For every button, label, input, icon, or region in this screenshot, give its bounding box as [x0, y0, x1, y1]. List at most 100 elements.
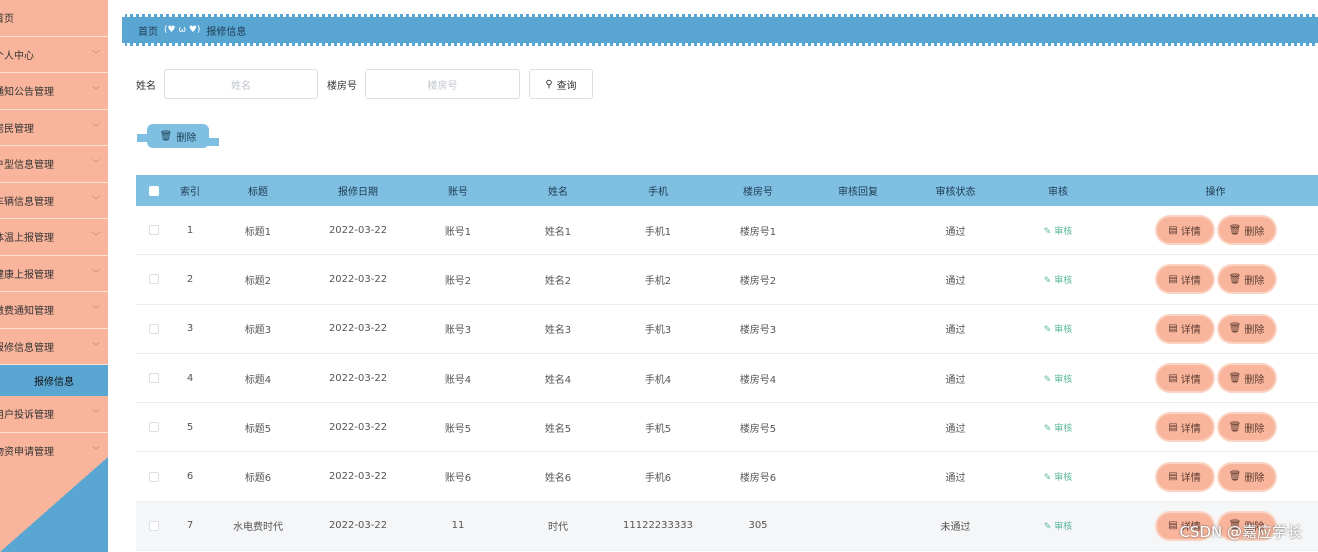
row-checkbox[interactable] — [136, 471, 172, 482]
sidebar-item[interactable]: 通知公告管理 ﹀ — [0, 73, 108, 110]
query-button[interactable]: ⚲ 查询 — [529, 69, 593, 99]
audit-link[interactable]: ✎ 审核 — [1003, 322, 1113, 335]
delete-button[interactable]: 🗑 删除 — [1218, 315, 1275, 342]
sidebar-item-label: 个人中心 — [0, 50, 34, 62]
sidebar-item-repair-info[interactable]: 报修信息 — [0, 365, 108, 396]
edit-icon: ✎ — [1043, 473, 1055, 484]
cell-date: 2022-03-22 — [328, 421, 388, 433]
chevron-down-icon: ﹀ — [92, 341, 100, 351]
detail-button[interactable]: ▤ 详情 — [1156, 365, 1213, 392]
cell-phone: 手机3 — [644, 325, 672, 337]
sidebar-item[interactable]: 户型信息管理 ﹀ — [0, 146, 108, 183]
delete-button[interactable]: 🗑 删除 — [1218, 217, 1275, 244]
audit-link[interactable]: ✎ 审核 — [1003, 372, 1113, 385]
sidebar-item-label: 缴费通知管理 — [0, 306, 54, 318]
delete-button[interactable]: 🗑 删除 — [1218, 365, 1275, 392]
chevron-down-icon: ﹀ — [92, 232, 100, 242]
audit-link[interactable]: ✎ 审核 — [1003, 470, 1113, 483]
audit-link[interactable]: ✎ 审核 — [1003, 519, 1113, 532]
row-checkbox[interactable] — [136, 225, 172, 236]
trash-icon: 🗑 — [1228, 224, 1242, 236]
cell-account: 账号5 — [444, 423, 472, 435]
sidebar-item-label: 用户投诉管理 — [0, 410, 54, 422]
sidebar-item[interactable]: 体温上报管理 ﹀ — [0, 219, 108, 256]
row-actions: ▤ 详情 🗑 删除 — [1113, 315, 1318, 342]
cell-account: 账号4 — [444, 374, 472, 386]
name-input[interactable]: 姓名 — [164, 69, 318, 99]
sidebar-item-label: 体温上报管理 — [0, 233, 54, 245]
cell-status: 通过 — [945, 423, 966, 435]
cell-title: 标题6 — [244, 473, 272, 485]
table-row: 5 标题5 2022-03-22 账号5 姓名5 手机5 楼房号5 通过 ✎ 审核 ▤ 详情 🗑 删… — [136, 403, 1318, 453]
breadcrumb-home[interactable]: 首页 — [138, 23, 158, 38]
delete-button[interactable]: 🗑 删除 — [1218, 266, 1275, 293]
cell-name: 姓名1 — [544, 226, 572, 238]
row-actions: ▤ 详情 🗑 删除 — [1113, 266, 1318, 293]
table-row: 6 标题6 2022-03-22 账号6 姓名6 手机6 楼房号6 通过 ✎ 审核 ▤ 详情 🗑 删… — [136, 452, 1318, 502]
chevron-down-icon: ﹀ — [92, 86, 100, 96]
header-date: 报修日期 — [338, 187, 378, 198]
document-icon: ▤ — [1168, 323, 1178, 335]
header-phone: 手机 — [648, 187, 668, 198]
cell-phone: 手机1 — [644, 226, 672, 238]
sidebar-item[interactable]: 报修信息管理 ﹀ — [0, 329, 108, 365]
cell-index: 7 — [186, 520, 194, 532]
audit-link[interactable]: ✎ 审核 — [1003, 421, 1113, 434]
sidebar-item[interactable]: 首页 — [0, 0, 108, 37]
cell-account: 账号1 — [444, 226, 472, 238]
row-checkbox[interactable] — [136, 422, 172, 433]
chevron-down-icon: ﹀ — [92, 409, 100, 419]
row-checkbox[interactable] — [136, 274, 172, 285]
detail-button[interactable]: ▤ 详情 — [1156, 414, 1213, 441]
sidebar-item[interactable]: 用户投诉管理 ﹀ — [0, 396, 108, 433]
row-actions: ▤ 详情 🗑 删除 — [1113, 414, 1318, 441]
cell-status: 通过 — [945, 374, 966, 386]
audit-link[interactable]: ✎ 审核 — [1003, 224, 1113, 237]
trash-icon: 🗑 — [1228, 323, 1242, 335]
cell-index: 3 — [186, 323, 194, 335]
sidebar-item[interactable]: 车辆信息管理 ﹀ — [0, 183, 108, 219]
sidebar-item[interactable]: 缴费通知管理 ﹀ — [0, 292, 108, 329]
cell-date: 2022-03-22 — [328, 273, 388, 285]
delete-button[interactable]: 🗑 删除 — [1218, 414, 1275, 441]
row-checkbox[interactable] — [136, 373, 172, 384]
breadcrumb-current: 报修信息 — [206, 26, 247, 38]
detail-button[interactable]: ▤ 详情 — [1156, 463, 1213, 490]
detail-button[interactable]: ▤ 详情 — [1156, 315, 1213, 342]
audit-link[interactable]: ✎ 审核 — [1003, 273, 1113, 286]
document-icon: ▤ — [1168, 471, 1178, 483]
document-icon: ▤ — [1168, 372, 1178, 384]
cell-room: 楼房号5 — [739, 423, 777, 435]
batch-delete-button[interactable]: 🗑 删除 — [137, 124, 219, 150]
cell-title: 标题4 — [244, 374, 272, 386]
table-row: 3 标题3 2022-03-22 账号3 姓名3 手机3 楼房号3 通过 ✎ 审核 ▤ 详情 🗑 删… — [136, 305, 1318, 354]
sidebar-item-label: 首页 — [0, 14, 14, 26]
sidebar-item-label: 户型信息管理 — [0, 160, 54, 172]
query-button-label: 查询 — [556, 80, 577, 92]
delete-button[interactable]: 🗑 删除 — [1218, 463, 1275, 490]
cell-title: 水电费时代 — [233, 522, 283, 534]
chevron-down-icon: ﹀ — [92, 445, 100, 455]
header-ops: 操作 — [1205, 187, 1226, 198]
select-all-checkbox[interactable] — [136, 185, 172, 196]
sidebar-item[interactable]: 健康上报管理 ﹀ — [0, 256, 108, 292]
cell-name: 时代 — [548, 522, 568, 534]
cell-name: 姓名3 — [544, 325, 572, 337]
edit-icon: ✎ — [1043, 423, 1055, 434]
row-checkbox[interactable] — [136, 323, 172, 334]
cell-title: 标题2 — [244, 275, 272, 287]
table-row: 2 标题2 2022-03-22 账号2 姓名2 手机2 楼房号2 通过 ✎ 审核 ▤ 详情 🗑 删… — [136, 255, 1318, 305]
cell-account: 账号6 — [444, 473, 472, 485]
cell-date: 2022-03-22 — [328, 224, 388, 236]
room-input[interactable]: 楼房号 — [365, 69, 520, 99]
sidebar-item[interactable]: 居民管理 ﹀ — [0, 110, 108, 146]
cell-title: 标题3 — [244, 325, 272, 337]
detail-button[interactable]: ▤ 详情 — [1156, 266, 1213, 293]
table-header: 索引 标题 报修日期 账号 姓名 手机 楼房号 审核回复 审核状态 审核 操作 — [136, 175, 1318, 206]
row-actions: ▤ 详情 🗑 删除 — [1113, 217, 1318, 244]
detail-button[interactable]: ▤ 详情 — [1156, 217, 1213, 244]
row-checkbox[interactable] — [136, 520, 172, 531]
sidebar-item[interactable]: 个人中心 ﹀ — [0, 37, 108, 73]
header-audit: 审核 — [1048, 187, 1068, 198]
cell-phone: 手机6 — [644, 473, 672, 485]
